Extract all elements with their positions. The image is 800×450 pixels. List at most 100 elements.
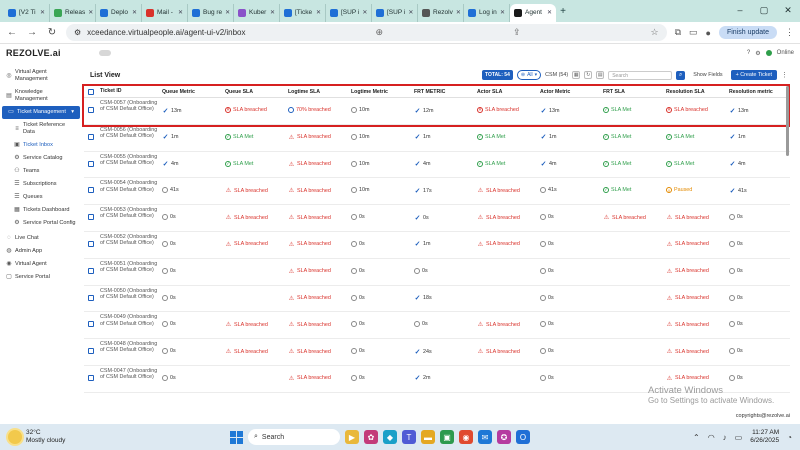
row-checkbox[interactable] <box>88 214 94 221</box>
browser-tab[interactable]: Rezolv ✕ <box>418 3 464 22</box>
maximize-icon[interactable]: ▢ <box>752 0 776 22</box>
show-fields-dropdown[interactable]: Show Fields <box>689 71 726 79</box>
notification-icon[interactable]: ◔ <box>787 433 792 442</box>
extensions-icon[interactable]: ⧉ <box>675 27 681 38</box>
sidepanel-icon[interactable]: ▭ <box>689 27 698 38</box>
taskbar-app-icon[interactable]: ▣ <box>440 430 454 444</box>
column-header[interactable]: Logtime SLA <box>286 89 349 95</box>
battery-icon[interactable]: ▭ <box>735 433 743 442</box>
site-info-icon[interactable]: ⚙ <box>74 28 81 37</box>
chrome-icon[interactable]: ◉ <box>459 430 473 444</box>
minimize-icon[interactable]: – <box>728 0 752 22</box>
sidebar-item[interactable]: ≡ Ticket Reference Data <box>0 119 82 139</box>
taskbar-app-icon[interactable]: ✉ <box>478 430 492 444</box>
browser-tab[interactable]: [V2 Ti ✕ <box>4 3 50 22</box>
browser-tab[interactable]: Mail - ✕ <box>142 3 188 22</box>
taskbar-app-icon[interactable]: ✪ <box>497 430 511 444</box>
row-checkbox[interactable] <box>88 374 94 381</box>
sidebar-item[interactable]: ◎ Virtual Agent Management <box>0 66 82 86</box>
browser-tab[interactable]: Log in ✕ <box>464 3 510 22</box>
sidebar-toggle[interactable] <box>98 50 111 56</box>
layout-icon[interactable]: ▤ <box>596 71 605 79</box>
column-header[interactable]: Actor Metric <box>538 89 601 95</box>
browser-tab[interactable]: Agent ✕ <box>510 3 556 22</box>
grid-view-icon[interactable]: ▦ <box>572 71 581 79</box>
sidebar-item[interactable]: ▢ Service Portal <box>0 271 82 284</box>
browser-tab[interactable]: [SUP i ✕ <box>372 3 418 22</box>
tab-close-icon[interactable]: ✕ <box>547 9 552 16</box>
browser-tab[interactable]: [SUP i ✕ <box>326 3 372 22</box>
new-tab-icon[interactable]: + <box>556 6 570 17</box>
row-checkbox[interactable] <box>88 107 94 113</box>
column-header[interactable]: Resolution SLA <box>664 89 727 95</box>
filter-dropdown[interactable]: ⊜ All ▾ <box>516 70 542 80</box>
sidebar-item[interactable]: ◍ Admin App <box>0 245 82 258</box>
sidebar-item[interactable]: ▦ Tickets Dashboard <box>0 204 82 217</box>
refresh-icon[interactable]: ↻ <box>584 71 593 79</box>
sidebar-item[interactable]: ⚇ Teams <box>0 165 82 178</box>
forward-icon[interactable]: → <box>26 27 38 38</box>
share-icon[interactable]: ⇪ <box>513 27 521 38</box>
sidebar-item[interactable]: ◌ Live Chat <box>0 232 82 245</box>
table-row[interactable]: CSM-0051 (Onboarding of CSM Default Offi… <box>84 259 790 286</box>
browser-tab[interactable]: [Ticke ✕ <box>280 3 326 22</box>
url-input[interactable]: ⚙ xceedance.virtualpeople.ai/agent-ui-v2… <box>66 24 667 41</box>
scrollbar[interactable] <box>786 86 789 156</box>
column-header[interactable]: Logtime Metric <box>349 89 412 95</box>
ticket-id[interactable]: CSM-0057 (Onboarding of CSM Default Offi… <box>98 98 160 112</box>
table-row[interactable]: CSM-0048 (Onboarding of CSM Default Offi… <box>84 339 790 366</box>
column-header[interactable]: Resolution metric <box>727 89 790 95</box>
wifi-icon[interactable]: ◠ <box>708 433 715 442</box>
volume-icon[interactable]: ♪ <box>723 433 727 442</box>
sidebar-item[interactable]: ☰ Queues <box>0 191 82 204</box>
table-row[interactable]: CSM-0056 (Onboarding of CSM Default Offi… <box>84 125 790 152</box>
search-icon[interactable]: ⌕ <box>676 70 686 80</box>
row-checkbox[interactable] <box>88 321 94 328</box>
row-checkbox[interactable] <box>88 240 94 247</box>
browser-menu-icon[interactable]: ⋮ <box>785 27 794 38</box>
close-icon[interactable]: ✕ <box>776 0 800 22</box>
tab-close-icon[interactable]: ✕ <box>40 9 45 16</box>
tab-close-icon[interactable]: ✕ <box>456 9 461 16</box>
tab-close-icon[interactable]: ✕ <box>362 9 367 16</box>
tab-close-icon[interactable]: ✕ <box>178 9 183 16</box>
tab-close-icon[interactable]: ✕ <box>132 9 137 16</box>
user-status[interactable]: Online <box>777 50 794 56</box>
table-row[interactable]: CSM-0049 (Onboarding of CSM Default Offi… <box>84 312 790 340</box>
row-checkbox[interactable] <box>88 187 94 194</box>
ticket-id[interactable]: CSM-0048 (Onboarding of CSM Default Offi… <box>98 339 160 353</box>
sidebar-item[interactable]: ▤ Knowledge Management <box>0 86 82 106</box>
taskbar-app-icon[interactable]: ◆ <box>383 430 397 444</box>
table-row[interactable]: CSM-0050 (Onboarding of CSM Default Offi… <box>84 286 790 313</box>
row-checkbox[interactable] <box>88 294 94 301</box>
create-ticket-button[interactable]: + Create Ticket <box>730 70 777 80</box>
sidebar-item[interactable]: ▭ Ticket Management ▾ <box>2 106 80 119</box>
browser-tab[interactable]: Bug re ✕ <box>188 3 234 22</box>
taskbar-search[interactable]: ⌕ Search <box>248 429 340 445</box>
back-icon[interactable]: ← <box>6 27 18 38</box>
tab-close-icon[interactable]: ✕ <box>408 9 413 16</box>
taskbar-teams-icon[interactable]: T <box>402 430 416 444</box>
chevron-up-icon[interactable]: ⌃ <box>693 433 700 442</box>
folder-icon[interactable]: ▬ <box>421 430 435 444</box>
select-all-checkbox[interactable] <box>88 88 94 95</box>
tab-close-icon[interactable]: ✕ <box>88 9 93 16</box>
column-header[interactable]: Queue SLA <box>223 89 286 95</box>
sidebar-item[interactable]: ☰ Subscriptions <box>0 178 82 191</box>
column-header[interactable]: FRT METRIC <box>412 89 475 95</box>
taskbar-clock[interactable]: 11:27 AM 6/26/2025 <box>750 429 779 445</box>
search-input[interactable]: Search <box>608 70 673 80</box>
settings-icon[interactable]: ⚙ <box>755 50 760 57</box>
browser-tab[interactable]: Deplo ✕ <box>96 3 142 22</box>
tab-close-icon[interactable]: ✕ <box>270 9 275 16</box>
profile-avatar-icon[interactable]: ● <box>706 28 711 38</box>
ticket-id[interactable]: CSM-0049 (Onboarding of CSM Default Offi… <box>98 312 160 326</box>
zoom-icon[interactable]: ⊕ <box>375 27 383 38</box>
ticket-id[interactable]: CSM-0052 (Onboarding of CSM Default Offi… <box>98 232 160 246</box>
table-row[interactable]: CSM-0057 (Onboarding of CSM Default Offi… <box>84 98 790 125</box>
row-checkbox[interactable] <box>88 348 94 355</box>
ticket-id[interactable]: CSM-0051 (Onboarding of CSM Default Offi… <box>98 259 160 273</box>
sidebar-item[interactable]: ⚙ Service Catalog <box>0 152 82 165</box>
sidebar-item[interactable]: ◉ Virtual Agent <box>0 258 82 271</box>
column-header[interactable]: FRT SLA <box>601 89 664 95</box>
